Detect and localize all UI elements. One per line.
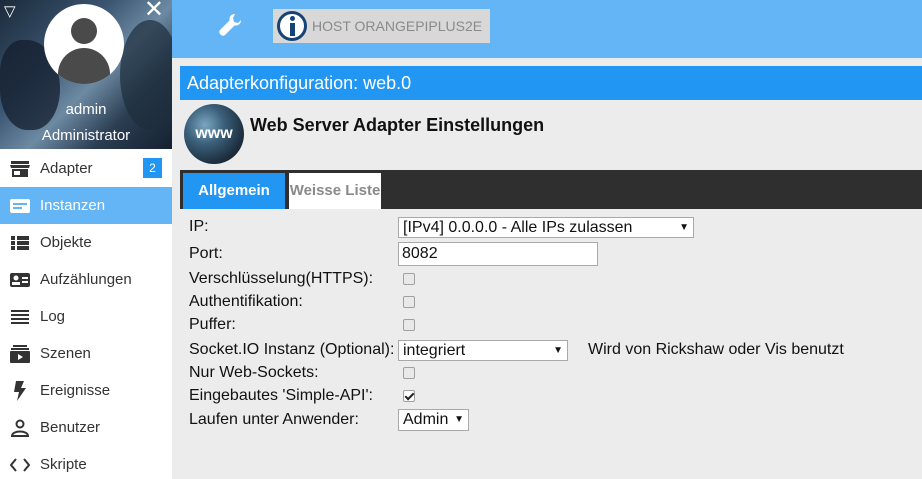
store-icon <box>10 159 30 179</box>
logo-dot <box>290 16 295 21</box>
websockets-checkbox[interactable] <box>403 367 415 379</box>
close-icon[interactable]: ✕ <box>144 0 164 22</box>
settings-tabs: Allgemein Weisse Liste <box>180 170 922 209</box>
sidebar-item-ereignisse[interactable]: Ereignisse <box>0 372 172 409</box>
https-label: Verschlüsselung(HTTPS): <box>189 270 374 287</box>
sidebar-item-log[interactable]: Log <box>0 298 172 335</box>
socketio-select[interactable]: integriert ▼ <box>398 340 568 361</box>
adapter-settings-header: Web Server Adapter Einstellungen <box>250 115 545 135</box>
sidebar-item-instanzen[interactable]: Instanzen <box>0 187 172 224</box>
port-input[interactable]: 8082 <box>398 242 598 266</box>
instances-icon <box>10 196 30 216</box>
sidebar-item-label: Benutzer <box>40 419 101 436</box>
sidebar-item-aufzaehlungen[interactable]: Aufzählungen <box>0 261 172 298</box>
flash-icon <box>10 380 30 401</box>
sidebar-item-label: Szenen <box>40 345 91 362</box>
list-view-icon <box>10 233 30 253</box>
run-as-select[interactable]: Admin ▼ <box>398 409 469 431</box>
wrench-icon[interactable] <box>218 12 244 38</box>
simpleapi-checkbox[interactable] <box>403 390 415 402</box>
sidebar-item-label: Adapter <box>40 160 93 177</box>
sidebar-item-label: Aufzählungen <box>40 271 132 288</box>
auth-label: Authentifikation: <box>189 293 303 310</box>
sidebar-item-adapter[interactable]: Adapter 2 <box>0 150 172 187</box>
update-count-badge: 2 <box>143 158 162 178</box>
dropdown-arrow-icon: ▼ <box>553 345 563 356</box>
sidebar-item-label: Instanzen <box>40 197 106 214</box>
host-label: HOST ORANGEPIPLUS2E <box>312 18 483 34</box>
ip-label: IP: <box>189 218 209 235</box>
ip-select-value: [IPv4] 0.0.0.0 - Alle IPs zulassen <box>403 219 633 236</box>
sidebar-item-objekte[interactable]: Objekte <box>0 224 172 261</box>
https-checkbox[interactable] <box>403 273 415 285</box>
ip-select[interactable]: [IPv4] 0.0.0.0 - Alle IPs zulassen ▼ <box>398 217 694 238</box>
socketio-note: Wird von Rickshaw oder Vis benutzt <box>588 341 844 358</box>
person-icon <box>10 418 30 438</box>
iobroker-logo-icon <box>277 11 307 41</box>
subscriptions-icon <box>10 344 30 364</box>
sidebar-item-skripte[interactable]: Skripte <box>0 446 172 479</box>
sidebar-nav: Adapter 2 Instanzen Objekte Aufzählungen <box>0 150 172 479</box>
code-icon <box>10 455 30 475</box>
websockets-label: Nur Web-Sockets: <box>189 364 319 381</box>
sidebar-item-label: Log <box>40 308 66 325</box>
lines-icon <box>10 307 30 327</box>
sidebar-item-label: Objekte <box>40 234 92 251</box>
run-as-select-value: Admin <box>403 411 449 428</box>
adapter-logo: www <box>184 104 244 164</box>
sidebar-item-label: Skripte <box>40 456 87 473</box>
dropdown-arrow-icon: ▼ <box>454 414 464 425</box>
sidebar-item-benutzer[interactable]: Benutzer <box>0 409 172 446</box>
dropdown-arrow-icon: ▼ <box>679 222 689 233</box>
tab-weisse-liste[interactable]: Weisse Liste <box>289 173 381 209</box>
sidebar: ▽ ✕ admin Administrator Adapter 2 Instan… <box>0 0 172 479</box>
page-title: Adapterkonfiguration: web.0 <box>180 66 922 100</box>
avatar-body <box>58 48 110 84</box>
logo-bar <box>290 23 295 36</box>
profile-header: ▽ ✕ admin Administrator <box>0 0 172 149</box>
cache-label: Puffer: <box>189 316 236 333</box>
menu-toggle-icon[interactable]: ▽ <box>4 2 16 20</box>
host-selector[interactable]: HOST ORANGEPIPLUS2E <box>273 9 490 43</box>
sidebar-item-szenen[interactable]: Szenen <box>0 335 172 372</box>
top-bar: HOST ORANGEPIPLUS2E <box>172 0 922 58</box>
socketio-label: Socket.IO Instanz (Optional): <box>189 341 395 358</box>
avatar <box>44 4 124 84</box>
user-name: admin <box>65 101 107 118</box>
simpleapi-label: Eingebautes 'Simple-API': <box>189 387 373 404</box>
port-label: Port: <box>189 245 223 262</box>
cache-checkbox[interactable] <box>403 319 415 331</box>
tab-allgemein[interactable]: Allgemein <box>183 173 285 209</box>
auth-checkbox[interactable] <box>403 296 415 308</box>
run-as-label: Laufen unter Anwender: <box>189 411 359 428</box>
user-role: Administrator <box>41 127 131 144</box>
sidebar-item-label: Ereignisse <box>40 382 111 399</box>
contact-card-icon <box>10 270 30 290</box>
avatar-head <box>71 18 97 44</box>
socketio-select-value: integriert <box>403 342 466 359</box>
